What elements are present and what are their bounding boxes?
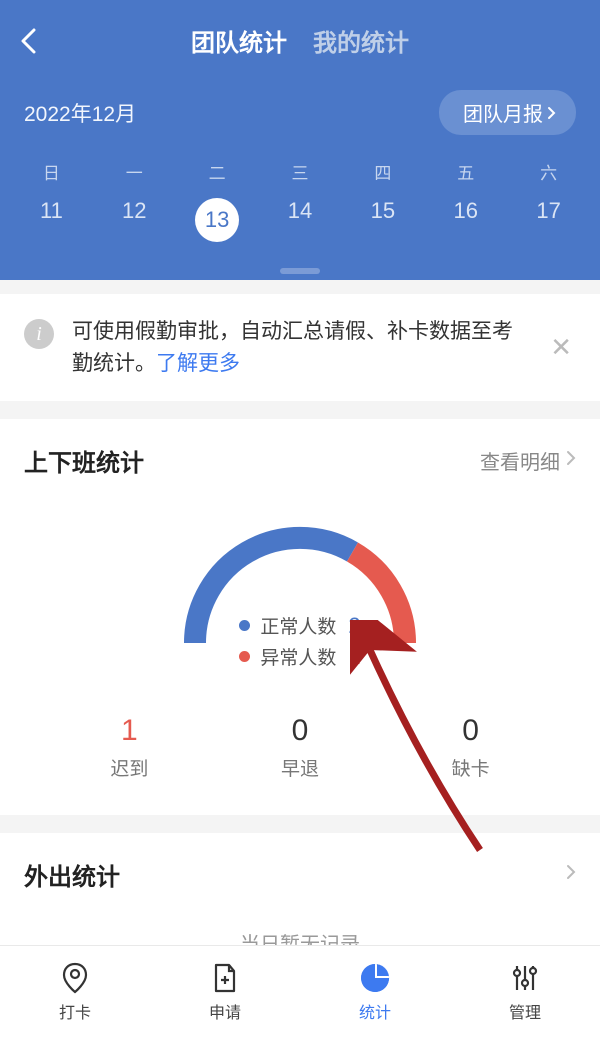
date-cell-16[interactable]: 16 [424,190,507,250]
chevron-right-icon [566,449,576,472]
location-pin-icon [58,961,92,995]
document-plus-icon [208,961,242,995]
stat-label: 缺卡 [452,754,490,781]
tab-personal-stats[interactable]: 我的统计 [313,23,409,58]
view-detail-label: 查看明细 [480,446,560,475]
nav-label: 管理 [509,999,541,1023]
sliders-icon [508,961,542,995]
chevron-right-icon [566,863,576,886]
dot-icon [239,651,250,662]
nav-manage[interactable]: 管理 [450,946,600,1037]
nav-punch[interactable]: 打卡 [0,946,150,1037]
date-cell-11[interactable]: 11 [10,190,93,250]
info-banner: i 可使用假勤审批，自动汇总请假、补卡数据至考勤统计。了解更多 ✕ [0,294,600,401]
outing-title: 外出统计 [24,857,120,892]
chevron-right-icon [547,106,556,120]
nav-stats[interactable]: 统计 [300,946,450,1037]
banner-text: 可使用假勤审批，自动汇总请假、补卡数据至考勤统计。了解更多 [72,316,528,379]
weekday-header: 日 一 二 三 四 五 六 [0,149,600,190]
team-monthly-report-button[interactable]: 团队月报 [439,90,576,135]
date-cell-17[interactable]: 17 [507,190,590,250]
date-cell-12[interactable]: 12 [93,190,176,250]
back-button[interactable] [20,28,36,59]
close-banner-button[interactable]: ✕ [546,328,576,367]
nav-label: 打卡 [59,999,91,1023]
learn-more-link[interactable]: 了解更多 [156,352,240,375]
nav-label: 统计 [359,999,391,1023]
weekday-cell: 五 [424,149,507,190]
attendance-title: 上下班统计 [24,443,144,478]
weekday-cell: 四 [341,149,424,190]
report-btn-label: 团队月报 [463,98,543,127]
date-cell-14[interactable]: 14 [259,190,342,250]
stat-value: 0 [452,714,490,748]
stat-value: 1 [110,714,148,748]
stat-early-leave[interactable]: 0 早退 [281,714,319,781]
nav-apply[interactable]: 申请 [150,946,300,1037]
date-cell-15[interactable]: 15 [341,190,424,250]
stat-missing-punch[interactable]: 0 缺卡 [452,714,490,781]
legend-abnormal: 异常人数 1 [239,643,360,670]
stat-label: 早退 [281,754,319,781]
nav-label: 申请 [209,999,241,1023]
weekday-cell: 六 [507,149,590,190]
weekday-cell: 一 [93,149,176,190]
info-icon: i [24,319,54,349]
calendar-drag-handle[interactable] [280,268,320,274]
weekday-cell: 三 [259,149,342,190]
dot-icon [239,620,250,631]
pie-chart-icon [358,961,392,995]
stat-late[interactable]: 1 迟到 [110,714,148,781]
legend-normal: 正常人数 2 [239,612,360,639]
outing-detail-button[interactable] [566,863,576,886]
view-detail-button[interactable]: 查看明细 [480,446,576,475]
weekday-cell: 日 [10,149,93,190]
tab-team-stats[interactable]: 团队统计 [191,23,287,58]
stat-label: 迟到 [110,754,148,781]
month-label[interactable]: 2022年12月 [24,98,136,128]
stat-value: 0 [281,714,319,748]
attendance-card: 上下班统计 查看明细 正常人数 2 异常人 [0,419,600,815]
bottom-nav: 打卡 申请 统计 管理 [0,945,600,1037]
weekday-cell: 二 [176,149,259,190]
date-cell-13[interactable]: 13 [176,190,259,250]
